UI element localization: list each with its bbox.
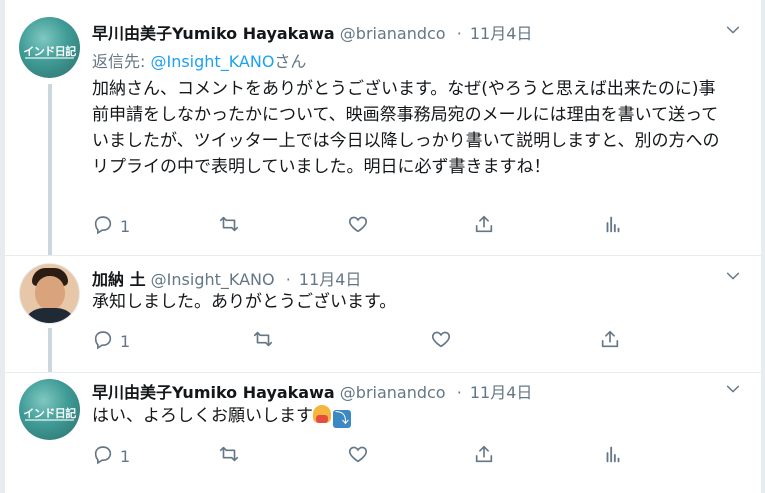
avatar[interactable] bbox=[19, 263, 80, 324]
tweet-text: 承知しました。ありがとうございます。 bbox=[92, 292, 397, 312]
separator-dot: · bbox=[285, 270, 291, 289]
reply-icon bbox=[92, 443, 114, 469]
retweet-button[interactable] bbox=[218, 445, 240, 467]
avatar-shirt bbox=[22, 308, 78, 323]
tweet-3[interactable]: インド日記 早川由美子Yumiko Hayakawa @brianandco ·… bbox=[5, 373, 761, 493]
reply-count: 1 bbox=[120, 216, 131, 236]
tweet-header: 早川由美子Yumiko Hayakawa @brianandco · 11月4日 bbox=[92, 20, 532, 44]
heart-icon bbox=[347, 213, 369, 239]
share-button[interactable] bbox=[599, 330, 621, 352]
retweet-icon bbox=[252, 328, 274, 354]
tweet-1[interactable]: インド日記 早川由美子Yumiko Hayakawa @brianandco ·… bbox=[5, 0, 761, 255]
tweet-header: 早川由美子Yumiko Hayakawa @brianandco · 11月4日 bbox=[92, 379, 532, 403]
reply-icon bbox=[92, 213, 114, 239]
display-name[interactable]: 加納 土 bbox=[92, 270, 146, 289]
heart-icon bbox=[430, 328, 452, 354]
avatar-logo-line bbox=[25, 419, 74, 421]
arrow-down-emoji-icon: ⤵ bbox=[333, 410, 351, 428]
reply-count: 1 bbox=[120, 446, 131, 466]
tweet-header: 加納 土 @Insight_KANO · 11月4日 bbox=[92, 266, 361, 290]
tweet-actions: 1 bbox=[92, 445, 620, 469]
user-handle[interactable]: @Insight_KANO bbox=[151, 270, 275, 289]
tweet-date[interactable]: 11月4日 bbox=[470, 383, 533, 402]
heart-icon bbox=[347, 443, 369, 469]
like-button[interactable] bbox=[347, 215, 369, 237]
reply-button[interactable]: 1 bbox=[92, 445, 130, 467]
separator-dot: · bbox=[456, 24, 462, 43]
separator-dot: · bbox=[456, 383, 462, 402]
analytics-icon bbox=[602, 213, 624, 239]
like-button[interactable] bbox=[430, 330, 452, 352]
reply-button[interactable]: 1 bbox=[92, 330, 130, 352]
mention-link[interactable]: @Insight_KANO bbox=[150, 52, 274, 71]
analytics-button[interactable] bbox=[602, 445, 624, 467]
like-button[interactable] bbox=[347, 445, 369, 467]
display-name[interactable]: 早川由美子Yumiko Hayakawa bbox=[92, 24, 335, 43]
share-icon bbox=[473, 443, 495, 469]
tweet-date[interactable]: 11月4日 bbox=[470, 24, 533, 43]
chevron-down-icon[interactable] bbox=[725, 22, 741, 43]
avatar[interactable]: インド日記 bbox=[19, 17, 80, 78]
retweet-button[interactable] bbox=[218, 215, 240, 237]
avatar-logo-line bbox=[25, 57, 74, 59]
share-button[interactable] bbox=[473, 215, 495, 237]
share-icon bbox=[599, 328, 621, 354]
retweet-button[interactable] bbox=[252, 330, 274, 352]
reply-count: 1 bbox=[120, 331, 131, 351]
tweet-text-wrap: はい、よろしくお願いします ⤵ bbox=[92, 403, 732, 429]
tweet-text: はい、よろしくお願いします bbox=[92, 406, 313, 426]
reply-button[interactable]: 1 bbox=[92, 215, 130, 237]
tweet-actions: 1 bbox=[92, 215, 620, 239]
user-handle[interactable]: @brianandco bbox=[340, 383, 446, 402]
tweet-text: 加納さん、コメントをありがとうございます。なぜ(やろうと思えば出来たのに)事前申… bbox=[92, 79, 720, 177]
replying-to-suffix: さん bbox=[274, 52, 307, 71]
share-button[interactable] bbox=[473, 445, 495, 467]
thread-line bbox=[48, 84, 52, 255]
chevron-down-icon[interactable] bbox=[725, 268, 741, 289]
share-icon bbox=[473, 213, 495, 239]
avatar-face bbox=[35, 276, 65, 310]
user-handle[interactable]: @brianandco bbox=[340, 24, 446, 43]
replying-to-label: 返信先: bbox=[92, 52, 151, 71]
chevron-down-icon[interactable] bbox=[725, 381, 741, 402]
bowing-person-emoji-icon bbox=[313, 405, 331, 423]
tweet-date[interactable]: 11月4日 bbox=[299, 270, 362, 289]
tweet-2[interactable]: 加納 土 @Insight_KANO · 11月4日 承知しました。ありがとうご… bbox=[5, 256, 761, 372]
analytics-button[interactable] bbox=[602, 215, 624, 237]
retweet-icon bbox=[218, 443, 240, 469]
thread-line bbox=[48, 328, 52, 372]
right-border bbox=[761, 0, 765, 493]
reply-icon bbox=[92, 328, 114, 354]
replying-to: 返信先: @Insight_KANOさん bbox=[92, 48, 306, 72]
avatar[interactable]: インド日記 bbox=[19, 379, 80, 440]
analytics-icon bbox=[602, 443, 624, 469]
tweet-actions: 1 bbox=[92, 330, 619, 354]
display-name[interactable]: 早川由美子Yumiko Hayakawa bbox=[92, 383, 335, 402]
retweet-icon bbox=[218, 213, 240, 239]
